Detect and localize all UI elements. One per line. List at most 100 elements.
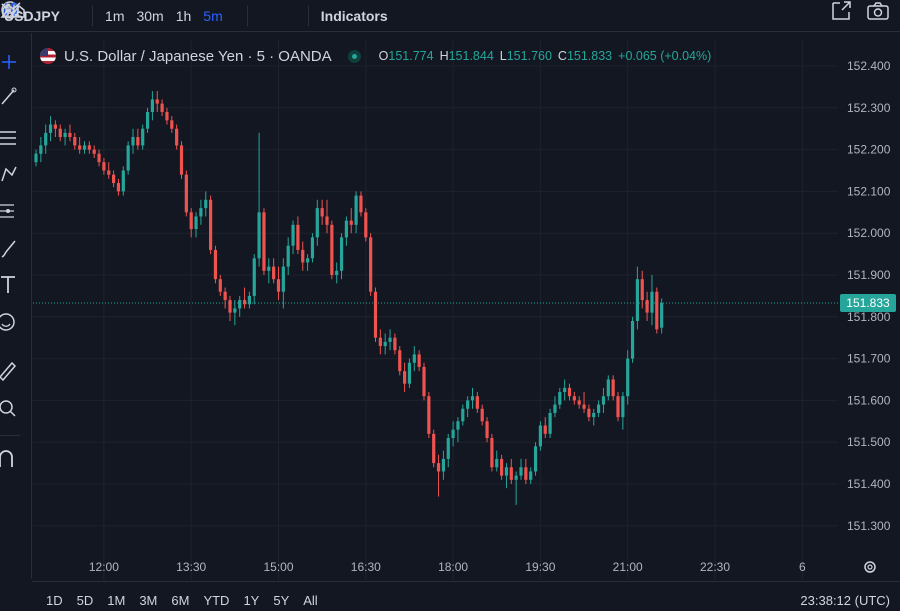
zoom-icon[interactable] [0,397,18,419]
candle-body [310,237,315,259]
candle [330,220,334,280]
candle-body [572,396,576,401]
pattern-icon[interactable] [0,163,18,185]
emoji-icon[interactable] [0,311,18,333]
prediction-icon[interactable] [0,199,18,221]
candle [112,170,116,188]
range-1y[interactable]: 1Y [236,593,266,608]
candle [640,270,644,309]
candle [500,454,504,480]
brush-icon[interactable] [0,237,18,259]
range-all[interactable]: All [296,593,324,608]
utc-clock[interactable]: 23:38:12 (UTC) [800,593,890,608]
range-6m[interactable]: 6M [164,593,196,608]
candle-body [640,279,644,301]
range-1d[interactable]: 1D [32,593,70,608]
ruler-icon[interactable] [0,359,18,381]
candle [403,362,407,393]
candle-body [485,421,489,439]
market-status-icon[interactable] [347,49,361,63]
candle [553,396,557,418]
candle-body [58,128,62,138]
candle [650,275,654,326]
candle [121,166,125,196]
interval-1m[interactable]: 1m [99,0,130,32]
text-icon[interactable] [0,273,18,295]
candles-button[interactable] [3,0,278,32]
candle-body [427,396,431,434]
price-tick-label: 151.400 [847,477,891,491]
candle [53,120,57,138]
chart-type-dropdown[interactable] [1,0,302,32]
interval-dropdown[interactable] [1,0,241,32]
candle [102,157,106,175]
candle [281,258,285,309]
candle-body [519,467,523,476]
area-button[interactable] [0,0,290,32]
interval-1h[interactable]: 1h [170,0,198,32]
candlestick-chart[interactable]: 152.400 152.300 152.200 152.100 152.000 151.9… [0,0,900,611]
candle [480,404,484,426]
candle-body [592,412,596,418]
range-5d[interactable]: 5D [70,593,101,608]
settings-icon[interactable] [862,559,878,575]
candle-body [315,208,319,238]
range-3m[interactable]: 3M [132,593,164,608]
fib-icon[interactable] [0,127,18,149]
interval-30m[interactable]: 30m [130,0,169,32]
candle [490,433,494,472]
chart-area[interactable]: 152.400 152.300 152.200 152.100 152.000 151.9… [0,0,900,611]
candle-body [34,153,38,163]
candle [78,137,82,154]
candle [475,392,479,413]
price-tick-label: 151.600 [847,393,891,407]
candle [238,295,242,317]
candle [567,383,572,401]
candle [136,128,140,150]
indicators-button[interactable]: Indicators [1,0,394,32]
candle [432,429,436,468]
bar-style-button[interactable] [3,0,266,32]
candle-body [369,237,373,292]
close-label: C [557,49,567,63]
candle-body [179,145,184,175]
candle [145,107,150,133]
candle [339,233,344,280]
candle [34,149,38,167]
candle-body [170,120,174,129]
interval-5m[interactable]: 5m [197,0,228,32]
candle [116,178,121,196]
candle [349,208,353,234]
candle-body [107,170,111,175]
symbol-title[interactable]: U.S. Dollar / Japanese Yen · 5 · OANDA [64,48,332,65]
price-tick-label: 152.000 [847,226,891,240]
range-bar: 1D 5D 1M 3M 6M YTD 1Y 5Y All 23:38:12 (U… [32,590,900,611]
candle-body [184,174,188,213]
candle-body [364,212,368,238]
screenshot-button[interactable] [866,0,889,32]
candle [68,124,72,142]
candle-body [354,195,358,225]
candle-body [160,103,164,112]
candle-body [422,366,426,397]
fullscreen-button[interactable] [830,0,851,32]
price-tick-label: 152.300 [847,101,891,115]
candles [34,91,664,505]
candle-body [102,162,106,171]
candle-body [500,458,504,476]
candle [407,358,412,388]
trendline-icon[interactable] [0,85,18,107]
candle [204,191,208,217]
candle [412,346,416,372]
magnet-icon[interactable] [0,447,18,469]
crosshair-icon[interactable] [0,51,18,73]
range-ytd[interactable]: YTD [196,593,236,608]
range-5y[interactable]: 5Y [266,593,296,608]
compare-button[interactable] [1,0,86,32]
candle [165,107,169,125]
range-1m[interactable]: 1M [100,593,132,608]
candle [606,375,610,401]
candle [485,417,489,443]
candle-body [145,111,150,129]
candle-body [276,279,281,292]
